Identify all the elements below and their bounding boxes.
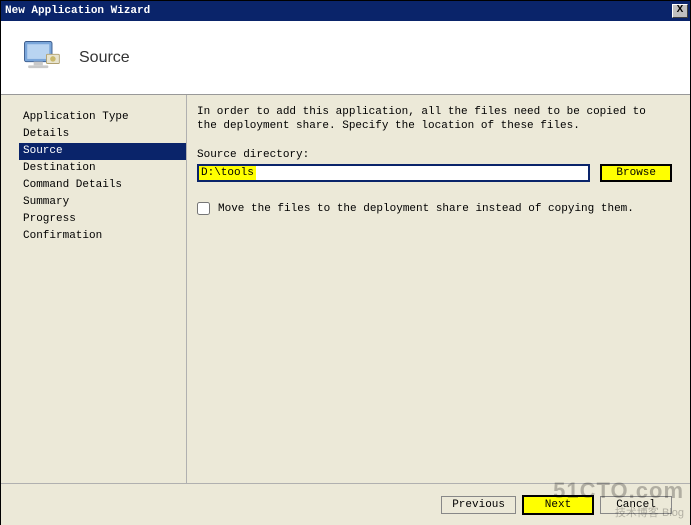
source-dir-input[interactable]: D:\tools xyxy=(197,164,590,182)
move-files-label: Move the files to the deployment share i… xyxy=(218,203,634,215)
wizard-header: Source xyxy=(1,21,690,95)
next-button[interactable]: Next xyxy=(522,495,594,515)
source-dir-row: D:\tools Browse xyxy=(197,164,672,182)
sidebar-item-summary[interactable]: Summary xyxy=(19,194,186,211)
sidebar-item-application-type[interactable]: Application Type xyxy=(19,109,186,126)
sidebar-item-source[interactable]: Source xyxy=(19,143,186,160)
browse-button[interactable]: Browse xyxy=(600,164,672,182)
cancel-button[interactable]: Cancel xyxy=(600,496,672,514)
wizard-window: New Application Wizard X Source Applicat… xyxy=(0,0,691,525)
wizard-footer: Previous Next Cancel xyxy=(1,483,690,525)
window-title: New Application Wizard xyxy=(5,5,150,17)
titlebar: New Application Wizard X xyxy=(1,1,690,21)
instruction-text: In order to add this application, all th… xyxy=(197,105,672,133)
source-dir-label: Source directory: xyxy=(197,149,672,161)
sidebar-item-progress[interactable]: Progress xyxy=(19,211,186,228)
sidebar-item-destination[interactable]: Destination xyxy=(19,160,186,177)
wizard-sidebar: Application TypeDetailsSourceDestination… xyxy=(1,95,186,483)
sidebar-item-details[interactable]: Details xyxy=(19,126,186,143)
page-title: Source xyxy=(79,49,130,67)
source-dir-value: D:\tools xyxy=(199,166,256,180)
move-files-checkbox[interactable] xyxy=(197,202,210,215)
close-icon: X xyxy=(677,4,684,15)
sidebar-item-command-details[interactable]: Command Details xyxy=(19,177,186,194)
wizard-body: Application TypeDetailsSourceDestination… xyxy=(1,95,690,483)
close-button[interactable]: X xyxy=(672,4,688,18)
wizard-content: In order to add this application, all th… xyxy=(186,95,690,483)
sidebar-item-confirmation[interactable]: Confirmation xyxy=(19,228,186,245)
move-files-row[interactable]: Move the files to the deployment share i… xyxy=(197,202,672,215)
previous-button[interactable]: Previous xyxy=(441,496,516,514)
monitor-icon xyxy=(19,36,63,80)
